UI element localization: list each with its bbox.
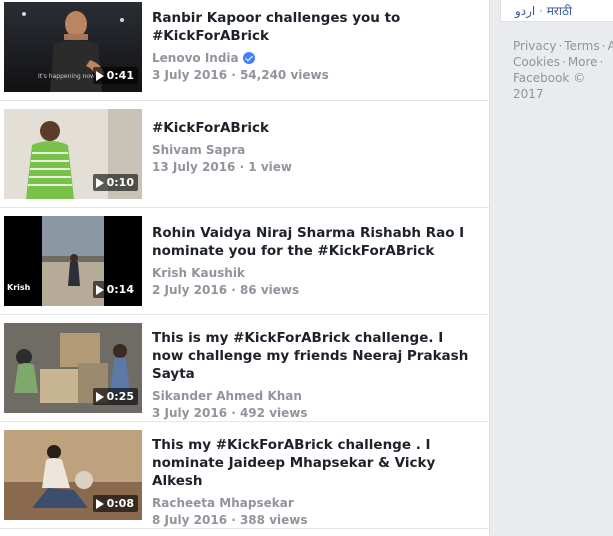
thumbnail-caption: It's happening now bbox=[38, 73, 95, 80]
video-thumbnail[interactable]: Krish 0:14 bbox=[4, 216, 142, 306]
right-sidebar: اردو · मराठी Privacy · Terms · A Cookies · Mor… bbox=[500, 0, 613, 536]
video-thumbnail[interactable]: 0:25 bbox=[4, 323, 142, 413]
language-link-marathi[interactable]: मराठी bbox=[547, 4, 572, 18]
video-title[interactable]: #KickForABrick bbox=[152, 119, 479, 137]
video-duration: 0:25 bbox=[92, 388, 138, 405]
video-duration: 0:41 bbox=[92, 67, 138, 84]
language-selector: اردو · मराठी bbox=[500, 0, 613, 22]
duration-text: 0:41 bbox=[106, 69, 134, 82]
video-duration: 0:08 bbox=[92, 495, 138, 512]
cookies-link[interactable]: Cookies bbox=[513, 55, 560, 69]
separator: · bbox=[558, 39, 563, 53]
privacy-link[interactable]: Privacy bbox=[513, 39, 556, 53]
video-info: Ranbir Kapoor challenges you to #KickFor… bbox=[152, 9, 479, 82]
channel-row: Sikander Ahmed Khan bbox=[152, 389, 479, 403]
play-icon bbox=[95, 284, 104, 295]
channel-name[interactable]: Shivam Sapra bbox=[152, 143, 245, 157]
footer-links: Privacy · Terms · A Cookies · More · Facebook ©… bbox=[513, 38, 613, 102]
separator: · bbox=[539, 4, 547, 18]
video-result[interactable]: 0:25 This is my #KickForABrick challenge… bbox=[0, 315, 489, 422]
adchoices-link[interactable]: A bbox=[607, 39, 613, 53]
video-meta: 13 July 2016 · 1 view bbox=[152, 160, 292, 174]
separator: · bbox=[599, 55, 604, 69]
more-link[interactable]: More bbox=[568, 55, 598, 69]
video-result[interactable]: Krish 0:14 Rohin Vaidya Niraj Sharma Ris… bbox=[0, 208, 489, 315]
channel-row: Racheeta Mhapsekar bbox=[152, 496, 479, 510]
thumbnail-caption: Krish bbox=[7, 283, 31, 292]
video-thumbnail[interactable]: 0:08 bbox=[4, 430, 142, 520]
channel-name[interactable]: Krish Kaushik bbox=[152, 266, 245, 280]
separator: · bbox=[561, 55, 566, 69]
duration-text: 0:25 bbox=[106, 390, 134, 403]
channel-name[interactable]: Sikander Ahmed Khan bbox=[152, 389, 302, 403]
video-info: Rohin Vaidya Niraj Sharma Rishabh Rao I … bbox=[152, 224, 479, 297]
video-title[interactable]: This is my #KickForABrick challenge. I n… bbox=[152, 329, 479, 383]
video-result[interactable]: 0:08 This my #KickForABrick challenge . … bbox=[0, 422, 489, 529]
play-icon bbox=[95, 177, 104, 188]
channel-row: Krish Kaushik bbox=[152, 266, 479, 280]
channel-row: Shivam Sapra bbox=[152, 143, 479, 157]
duration-text: 0:14 bbox=[106, 283, 134, 296]
video-result[interactable]: 0:10 #KickForABrick Shivam Sapra 13 July… bbox=[0, 101, 489, 208]
video-meta: 2 July 2016 · 86 views bbox=[152, 283, 300, 297]
terms-link[interactable]: Terms bbox=[564, 39, 599, 53]
play-icon bbox=[95, 70, 104, 81]
play-icon bbox=[95, 391, 104, 402]
language-link-urdu[interactable]: اردو bbox=[515, 4, 535, 18]
play-icon bbox=[95, 498, 104, 509]
verified-badge-icon bbox=[242, 52, 255, 64]
separator: · bbox=[601, 39, 606, 53]
video-title[interactable]: This my #KickForABrick challenge . I nom… bbox=[152, 436, 479, 490]
video-info: #KickForABrick Shivam Sapra 13 July 2016… bbox=[152, 119, 479, 174]
video-duration: 0:10 bbox=[92, 174, 138, 191]
video-thumbnail[interactable]: 0:10 bbox=[4, 109, 142, 199]
channel-row: Lenovo India bbox=[152, 51, 479, 65]
duration-text: 0:08 bbox=[106, 497, 134, 510]
video-info: This is my #KickForABrick challenge. I n… bbox=[152, 329, 479, 420]
video-result[interactable]: It's happening now 0:41 Ranbir Kapoor ch… bbox=[0, 0, 489, 101]
video-meta: 3 July 2016 · 492 views bbox=[152, 406, 308, 420]
video-meta: 3 July 2016 · 54,240 views bbox=[152, 68, 329, 82]
video-title[interactable]: Rohin Vaidya Niraj Sharma Rishabh Rao I … bbox=[152, 224, 479, 260]
video-info: This my #KickForABrick challenge . I nom… bbox=[152, 436, 479, 527]
video-meta: 8 July 2016 · 388 views bbox=[152, 513, 308, 527]
video-results-list: It's happening now 0:41 Ranbir Kapoor ch… bbox=[0, 0, 490, 536]
video-duration: 0:14 bbox=[92, 281, 138, 298]
channel-name[interactable]: Lenovo India bbox=[152, 51, 239, 65]
video-thumbnail[interactable]: It's happening now 0:41 bbox=[4, 2, 142, 92]
copyright: Facebook © 2017 bbox=[513, 71, 586, 101]
duration-text: 0:10 bbox=[106, 176, 134, 189]
channel-name[interactable]: Racheeta Mhapsekar bbox=[152, 496, 294, 510]
video-title[interactable]: Ranbir Kapoor challenges you to #KickFor… bbox=[152, 9, 479, 45]
